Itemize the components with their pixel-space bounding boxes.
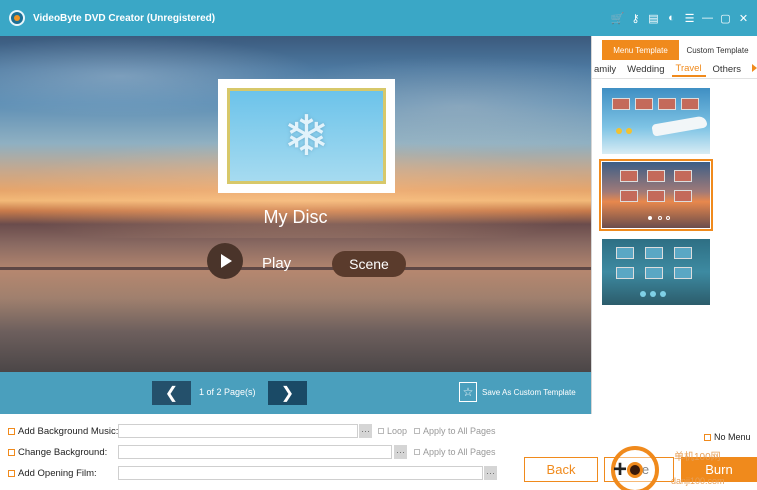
- file-icon[interactable]: ▤: [646, 10, 661, 26]
- horizon-line: [0, 267, 591, 270]
- bg-browse-button[interactable]: ···: [394, 445, 407, 459]
- apply-all-music-checkbox[interactable]: [414, 428, 420, 434]
- minimize-icon[interactable]: —: [700, 10, 715, 26]
- app-logo-icon: [9, 10, 25, 26]
- opening-film-browse-button[interactable]: ···: [484, 466, 497, 480]
- menu-preview: ❄ My Disc Play Scene: [0, 36, 591, 372]
- key-icon[interactable]: ⚷: [628, 10, 643, 26]
- titlebar-controls: 🛒 ⚷ ▤ ◐ ☰ — ▢ ✕: [610, 0, 751, 36]
- close-icon[interactable]: ✕: [736, 10, 751, 26]
- star-icon[interactable]: ☆: [459, 382, 477, 402]
- menu-icon[interactable]: ☰: [682, 10, 697, 26]
- template-thumb-ocean[interactable]: [602, 239, 710, 305]
- previous-page-button[interactable]: ❮: [152, 381, 191, 405]
- page-indicator: 1 of 2 Page(s): [199, 387, 256, 397]
- change-bg-checkbox[interactable]: [8, 449, 15, 456]
- divider: [592, 78, 757, 79]
- add-bg-music-checkbox[interactable]: [8, 428, 15, 435]
- save-as-custom-template[interactable]: Save As Custom Template: [482, 388, 576, 397]
- plus-icon: +: [613, 456, 628, 483]
- apply-all-bg-label: Apply to All Pages: [423, 447, 496, 457]
- cart-icon[interactable]: 🛒: [610, 10, 625, 26]
- disc-title[interactable]: My Disc: [0, 207, 591, 228]
- maximize-icon[interactable]: ▢: [718, 10, 733, 26]
- template-thumb-airplane[interactable]: [602, 88, 710, 154]
- airplane-icon: [651, 115, 708, 137]
- bg-music-browse-button[interactable]: ···: [359, 424, 372, 438]
- tab-custom-template[interactable]: Custom Template: [679, 40, 756, 60]
- bg-field[interactable]: [118, 445, 392, 459]
- loop-checkbox[interactable]: [378, 428, 384, 434]
- title-bar: VideoByte DVD Creator (Unregistered) 🛒 ⚷…: [0, 0, 757, 36]
- tab-menu-template[interactable]: Menu Template: [602, 40, 679, 60]
- category-family[interactable]: amily: [592, 61, 620, 77]
- add-opening-film-checkbox[interactable]: [8, 470, 15, 477]
- bg-music-field[interactable]: [118, 424, 358, 438]
- disc-thumbnail[interactable]: ❄: [218, 79, 395, 193]
- opening-film-field[interactable]: [118, 466, 483, 480]
- no-menu-checkbox[interactable]: [704, 434, 711, 441]
- add-opening-film-label: Add Opening Film:: [18, 468, 97, 479]
- window-title: VideoByte DVD Creator (Unregistered): [33, 12, 216, 24]
- template-thumb-sunset[interactable]: [599, 159, 713, 231]
- template-categories: amily Wedding Travel Others: [592, 61, 757, 77]
- add-bg-music-label: Add Background Music:: [18, 426, 119, 437]
- play-button[interactable]: [207, 243, 243, 279]
- template-panel: Menu Template Custom Template amily Wedd…: [591, 36, 757, 414]
- category-others[interactable]: Others: [709, 61, 746, 77]
- feedback-icon[interactable]: ◐: [664, 10, 679, 26]
- watermark-text: 单机100网: [674, 452, 721, 463]
- change-bg-label: Change Background:: [18, 447, 108, 458]
- back-button[interactable]: Back: [524, 457, 598, 482]
- apply-all-music-label: Apply to All Pages: [423, 426, 496, 436]
- loop-label: Loop: [387, 426, 408, 436]
- no-menu-label: No Menu: [714, 432, 751, 442]
- scroll-right-icon[interactable]: [752, 64, 757, 72]
- play-label[interactable]: Play: [262, 255, 291, 272]
- scene-button[interactable]: Scene: [332, 251, 406, 277]
- apply-all-bg-checkbox[interactable]: [414, 449, 420, 455]
- bottom-settings: Add Background Music: ··· Loop Apply to …: [0, 414, 757, 490]
- next-page-button[interactable]: ❯: [268, 381, 307, 405]
- watermark-logo: +: [611, 446, 659, 490]
- category-wedding[interactable]: Wedding: [623, 61, 668, 77]
- page-navigation-bar: ❮ 1 of 2 Page(s) ❯ ☆ Save As Custom Temp…: [0, 372, 591, 414]
- category-travel[interactable]: Travel: [671, 61, 706, 77]
- watermark-url: danji100.com: [671, 476, 725, 486]
- template-tabs: Menu Template Custom Template: [602, 40, 756, 60]
- snowflake-icon: ❄: [283, 104, 330, 167]
- play-icon: [221, 254, 232, 268]
